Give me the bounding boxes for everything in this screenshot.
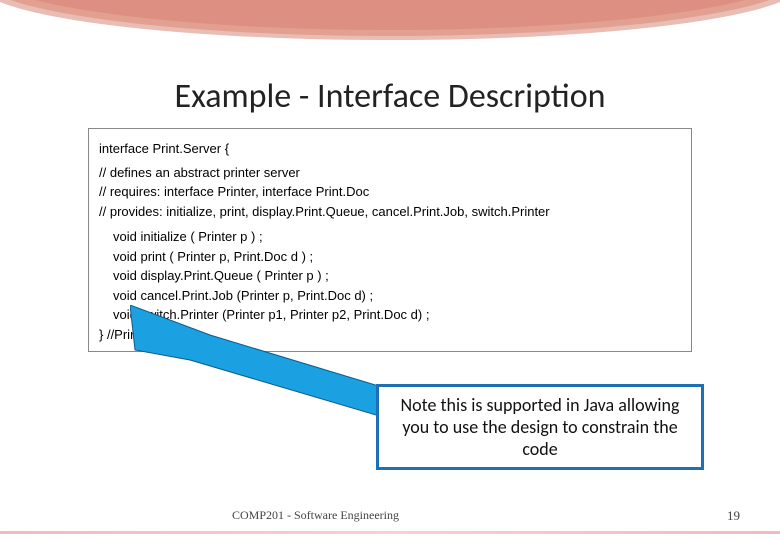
code-close-line: } //Print.Server — [99, 325, 681, 345]
code-listing: interface Print.Server { // defines an a… — [88, 128, 692, 352]
slide-title: Example - Interface Description — [0, 76, 780, 117]
code-comment-1: // defines an abstract printer server — [99, 163, 681, 183]
footer-page-number: 19 — [727, 508, 740, 524]
footer-course: COMP201 - Software Engineering — [232, 508, 399, 523]
code-method-1: void initialize ( Printer p ) ; — [113, 227, 681, 247]
code-comment-3: // provides: initialize, print, display.… — [99, 202, 681, 222]
callout-box: Note this is supported in Java allowing … — [376, 384, 704, 470]
header-decoration — [0, 0, 780, 60]
code-method-2: void print ( Printer p, Print.Doc d ) ; — [113, 247, 681, 267]
code-method-4: void cancel.Print.Job (Printer p, Print.… — [113, 286, 681, 306]
slide: Example - Interface Description interfac… — [0, 0, 780, 540]
code-method-3: void display.Print.Queue ( Printer p ) ; — [113, 266, 681, 286]
callout-text: Note this is supported in Java allowing … — [393, 394, 687, 460]
footer: COMP201 - Software Engineering 19 — [0, 508, 780, 528]
footer-decoration — [0, 531, 780, 534]
code-method-5: void switch.Printer (Printer p1, Printer… — [113, 305, 681, 325]
code-interface-line: interface Print.Server { — [99, 139, 681, 159]
code-comment-2: // requires: interface Printer, interfac… — [99, 182, 681, 202]
